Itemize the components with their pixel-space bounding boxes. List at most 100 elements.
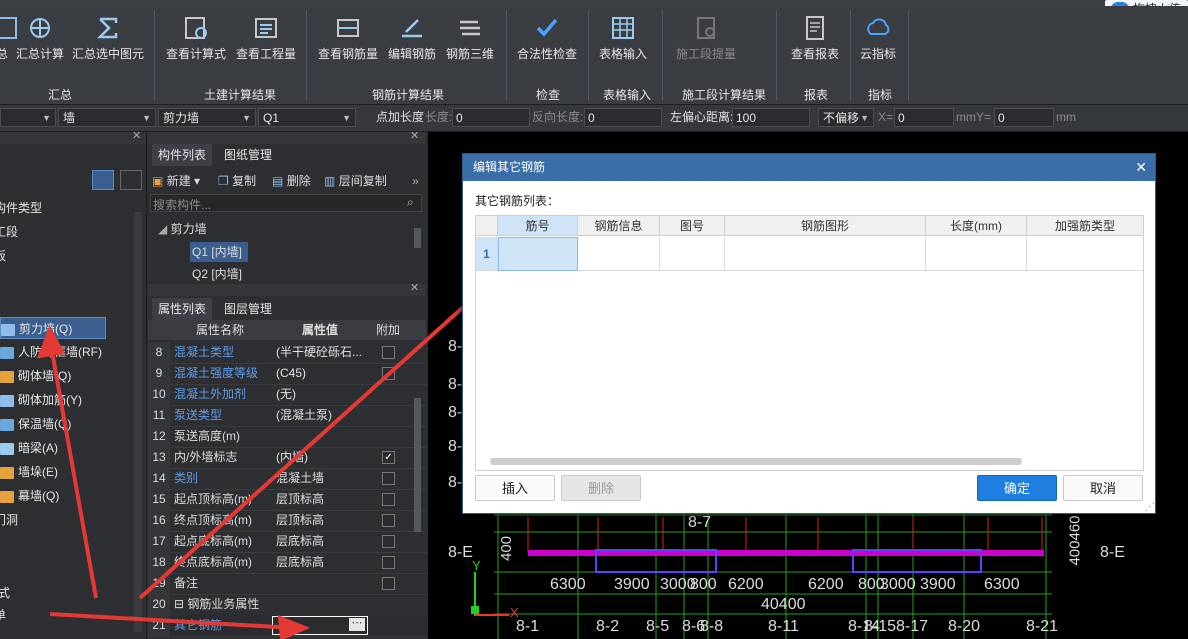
ok-button[interactable]: 确定: [977, 475, 1057, 501]
delete-row-button[interactable]: 删除: [561, 475, 641, 501]
new-button[interactable]: ▣ 新建 ▾: [152, 170, 200, 192]
tree-child-q2[interactable]: Q2 [内墙]: [192, 266, 242, 282]
column-header-bar-no[interactable]: 筋号: [498, 216, 578, 236]
property-value[interactable]: 层底标高: [276, 531, 368, 552]
property-value[interactable]: 混凝土墙: [276, 468, 368, 489]
view-report-button[interactable]: 查看报表: [788, 14, 842, 74]
rebar-shape-cell[interactable]: [725, 237, 926, 271]
component-list-scrollbar[interactable]: [414, 228, 421, 248]
insert-button[interactable]: 插入: [475, 475, 555, 501]
other-rebar-editor[interactable]: ⋯: [272, 616, 368, 635]
close-icon[interactable]: ✕: [410, 129, 419, 142]
property-value[interactable]: (半干硬砼砾石...: [276, 342, 368, 363]
x-input[interactable]: 0: [894, 108, 954, 127]
row-number[interactable]: 1: [476, 237, 498, 271]
offset-input[interactable]: 100: [732, 108, 810, 127]
tree-item-door-opening[interactable]: 门洞: [0, 509, 18, 531]
summary-calc-button[interactable]: 汇总计算: [14, 14, 66, 74]
tree-item-masonry-rebar[interactable]: 砌体加筋(Y): [0, 389, 82, 411]
component-dropdown[interactable]: Q1 ▼: [258, 108, 356, 127]
close-icon[interactable]: ✕: [410, 281, 419, 294]
tree-item-masonry-wall[interactable]: 砌体墙(Q): [0, 365, 71, 387]
property-row[interactable]: 19 备注: [148, 573, 426, 595]
type-dropdown[interactable]: 墙 ▼: [58, 108, 156, 127]
column-header-rebar-shape[interactable]: 钢筋图形: [725, 216, 926, 236]
column-header-figure-no[interactable]: 图号: [660, 216, 725, 236]
rebar-info-cell[interactable]: [578, 237, 660, 271]
tree-item-single[interactable]: 单: [0, 604, 6, 626]
grid-view-icon[interactable]: [120, 170, 142, 190]
ellipsis-icon[interactable]: ⋯: [349, 618, 365, 631]
tree-item-hidden-beam[interactable]: 暗梁(A): [0, 437, 58, 459]
tab-layer-management[interactable]: 图层管理: [218, 298, 278, 320]
floor-dropdown[interactable]: ▼: [0, 108, 56, 127]
column-header-reinforce-type[interactable]: 加强筋类型: [1027, 216, 1143, 236]
attach-checkbox[interactable]: [382, 493, 395, 506]
section-quantity-button[interactable]: 施工段提量: [674, 14, 738, 74]
property-row[interactable]: 20 ⊟ 钢筋业务属性: [148, 594, 426, 616]
property-row[interactable]: 15 起点顶标高(m) 层顶标高: [148, 489, 426, 511]
attach-checkbox[interactable]: ✓: [382, 451, 395, 464]
component-search-input[interactable]: 搜索构件... ⌕: [150, 194, 422, 212]
attach-checkbox[interactable]: [382, 472, 395, 485]
view-rebar-button[interactable]: 查看钢筋量: [316, 14, 380, 74]
property-row[interactable]: 14 类别 混凝土墙: [148, 468, 426, 490]
tree-parent-shear-wall[interactable]: ◢ 剪力墙: [158, 220, 207, 237]
cloud-index-button[interactable]: 云指标: [856, 14, 900, 74]
length-input[interactable]: 0: [452, 108, 530, 127]
property-value[interactable]: (C45): [276, 363, 368, 384]
property-row[interactable]: 11 泵送类型 (混凝土泵): [148, 405, 426, 427]
tree-item-shear-wall[interactable]: 剪力墙(Q): [0, 317, 106, 339]
property-value[interactable]: 层顶标高: [276, 489, 368, 510]
tab-component-list[interactable]: 构件列表: [152, 144, 213, 166]
attach-checkbox[interactable]: [382, 556, 395, 569]
tab-drawing-management[interactable]: 图纸管理: [218, 144, 278, 166]
subtype-dropdown[interactable]: 剪力墙 ▼: [158, 108, 256, 127]
attach-checkbox[interactable]: [382, 346, 395, 359]
column-header-length[interactable]: 长度(mm): [926, 216, 1027, 236]
view-quantity-button[interactable]: 查看工程量: [234, 14, 298, 74]
left-scrollbar[interactable]: [134, 212, 142, 632]
property-row[interactable]: 9 混凝土强度等级 (C45): [148, 363, 426, 385]
rebar-3d-button[interactable]: 钢筋三维: [444, 14, 496, 74]
close-icon[interactable]: ✕: [132, 129, 141, 142]
length-cell[interactable]: [926, 237, 1027, 271]
property-scrollbar[interactable]: [414, 398, 421, 532]
summary-selected-button[interactable]: 汇总选中图元: [70, 14, 146, 74]
property-value[interactable]: (无): [276, 384, 368, 405]
property-value[interactable]: (混凝土泵): [276, 405, 368, 426]
column-header-rebar-info[interactable]: 钢筋信息: [578, 216, 660, 236]
property-value[interactable]: 层底标高: [276, 552, 368, 573]
cancel-button[interactable]: 取消: [1063, 475, 1143, 501]
summary-button[interactable]: 总: [0, 14, 17, 74]
edit-rebar-button[interactable]: 编辑钢筋: [386, 14, 438, 74]
property-row[interactable]: 12 泵送高度(m): [148, 426, 426, 448]
property-row[interactable]: 10 混凝土外加剂 (无): [148, 384, 426, 406]
close-icon[interactable]: ✕: [1135, 154, 1147, 181]
property-row[interactable]: 8 混凝土类型 (半干硬砼砾石...: [148, 342, 426, 364]
property-row[interactable]: 16 终点顶标高(m) 层顶标高: [148, 510, 426, 532]
tab-property-list[interactable]: 属性列表: [152, 298, 213, 320]
attach-checkbox[interactable]: [382, 514, 395, 527]
tree-item-component-type[interactable]: 构件类型: [0, 197, 42, 219]
tree-item-wall-pier[interactable]: 墙垛(E): [0, 461, 58, 483]
tree-item-curtain-wall[interactable]: 幕墙(Q): [0, 485, 59, 507]
tree-item-slab[interactable]: 板: [0, 245, 6, 267]
reinforce-type-cell[interactable]: [1027, 237, 1143, 271]
attach-checkbox[interactable]: [382, 577, 395, 590]
tree-item-style[interactable]: 式: [0, 582, 10, 604]
table-input-button[interactable]: 表格输入: [596, 14, 650, 74]
property-row[interactable]: 18 终点底标高(m) 层底标高: [148, 552, 426, 574]
table-horizontal-scrollbar[interactable]: [490, 458, 1022, 465]
copy-button[interactable]: ❐ 复制: [218, 170, 256, 192]
layer-copy-button[interactable]: ▥ 层间复制: [324, 170, 387, 192]
reverse-length-input[interactable]: 0: [584, 108, 662, 127]
property-value[interactable]: (内墙): [276, 447, 368, 468]
resize-grip-icon[interactable]: ⋰: [1145, 502, 1155, 513]
validity-check-button[interactable]: 合法性检查: [514, 14, 580, 74]
figure-no-cell[interactable]: [660, 237, 725, 271]
list-view-icon[interactable]: [92, 170, 114, 190]
bar-no-cell[interactable]: [498, 237, 578, 271]
tree-item-section[interactable]: 工段: [0, 221, 18, 243]
tree-item-insulation-wall[interactable]: 保温墙(Q): [0, 413, 71, 435]
